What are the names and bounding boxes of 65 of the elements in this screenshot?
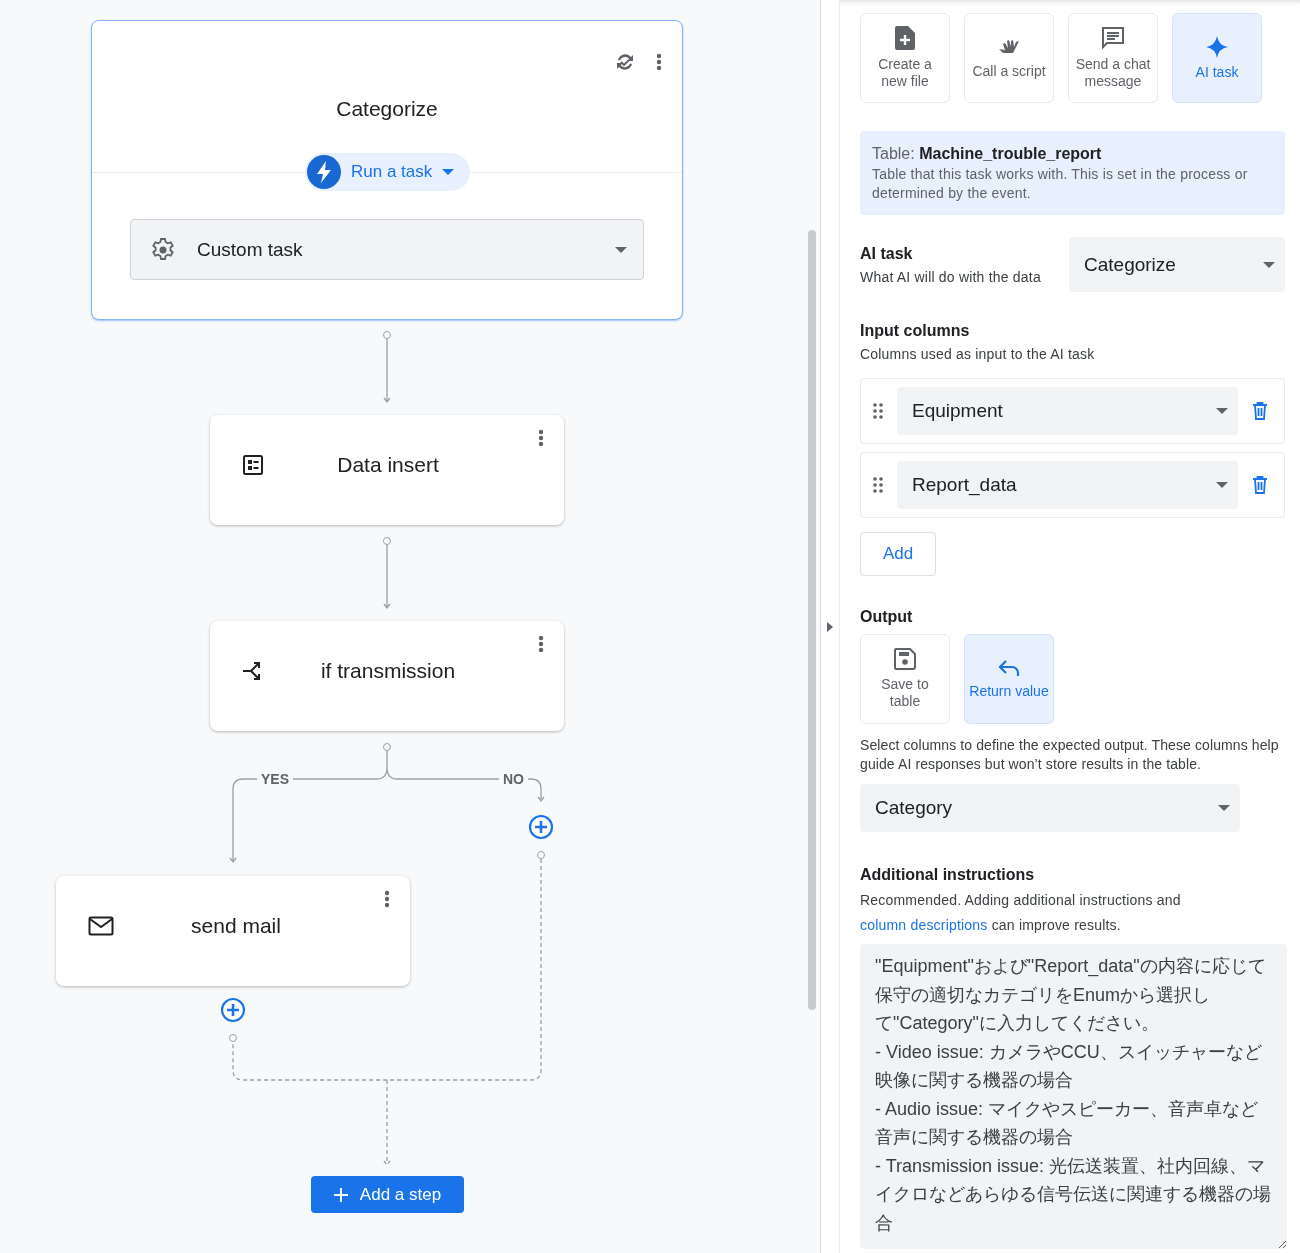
column-dropdown[interactable]: Report_data — [897, 461, 1238, 509]
save-icon — [894, 648, 916, 670]
step-type-option[interactable]: Call a script — [964, 13, 1054, 103]
section-title: Output — [860, 608, 914, 626]
caret-icon — [615, 246, 627, 253]
add-column-button[interactable]: Add — [860, 532, 936, 576]
caret-icon — [1216, 482, 1228, 488]
output-description: Select columns to define the expected output. These columns help guide AI responses but won’t store results in the table. — [860, 736, 1280, 774]
instructions-description: Recommended. Adding additional instructions and column descriptions can improve results. — [860, 891, 1182, 935]
section-title: Additional instructions — [860, 866, 1036, 884]
caret-icon — [442, 169, 455, 175]
mail-icon — [88, 916, 114, 936]
more-options-icon[interactable] — [538, 635, 544, 653]
chat-icon — [1101, 26, 1125, 50]
expand-panel-icon[interactable] — [827, 621, 833, 632]
column-dropdown[interactable]: Equipment — [897, 387, 1238, 435]
step-title: Data insert — [336, 453, 440, 477]
run-task-dropdown[interactable]: Run a task — [305, 153, 471, 191]
plus-icon — [333, 1187, 348, 1202]
more-options-icon[interactable] — [656, 53, 662, 71]
task-type-dropdown[interactable]: Custom task — [130, 219, 644, 280]
add-step-plus-icon[interactable] — [528, 814, 554, 840]
table-icon — [242, 454, 264, 476]
section-description: What AI will do with the data — [860, 268, 1041, 285]
output-option[interactable]: Save to table — [860, 634, 950, 724]
drag-handle-icon[interactable] — [873, 477, 883, 493]
step-card[interactable]: if transmission — [210, 621, 564, 731]
delete-icon[interactable] — [1252, 402, 1268, 420]
return-arrow-icon — [998, 658, 1020, 677]
branch-label: YES — [257, 771, 293, 787]
output-column-dropdown[interactable]: Category — [860, 784, 1240, 832]
step-title: if transmission — [319, 659, 457, 683]
lightning-icon — [317, 161, 331, 183]
step-card[interactable]: send mail — [56, 876, 410, 986]
step-title: send mail — [190, 914, 282, 938]
add-step-button[interactable]: Add a step — [311, 1176, 464, 1213]
section-title: AI task — [860, 244, 914, 263]
ai-task-dropdown[interactable]: Categorize — [1069, 237, 1285, 292]
output-option[interactable]: Return value — [964, 634, 1054, 724]
step-type-option[interactable]: Create a new file — [860, 13, 950, 103]
step-card[interactable]: Data insert — [210, 415, 564, 525]
drag-handle-icon[interactable] — [873, 403, 883, 419]
table-description: Table that this task works with. This is set in the process or determined by the event. — [872, 165, 1249, 203]
step-type-option[interactable]: AI task — [1172, 13, 1262, 103]
settings-icon — [151, 237, 175, 262]
task-card[interactable]: Categorize Run a task Custom task — [91, 20, 683, 320]
more-options-icon[interactable] — [538, 429, 544, 447]
more-options-icon[interactable] — [384, 890, 390, 908]
sync-check-icon[interactable] — [614, 51, 636, 73]
task-title: Categorize — [335, 97, 439, 121]
branch-label: NO — [499, 771, 528, 787]
caret-icon — [1216, 408, 1228, 414]
scrollbar[interactable] — [808, 230, 816, 1010]
caret-icon — [1218, 805, 1230, 811]
caret-icon — [1263, 261, 1275, 268]
add-file-icon — [895, 26, 915, 50]
instructions-field[interactable]: "Equipment"および"Report_data"の内容に応じて保守の適切なカテゴリをEnumから選択して"Category"に入力してください。 - Video issue: カメラやCCU、スイッチャーなど映像に関する機器の場合 - Audio issue: マイクやスピーカー、音声卓など音声に関する機器の場合 - Transmission issue: 光伝送装置、社内回線、マイクロなどあらゆる信号伝送に関連する機器の場合 — [860, 944, 1287, 1249]
column-descriptions-link[interactable]: column descriptions — [860, 917, 988, 933]
sparkle-icon — [1206, 35, 1228, 58]
table-name: Table: Machine_trouble_report — [872, 145, 1103, 163]
delete-icon[interactable] — [1252, 476, 1268, 494]
section-description: Columns used as input to the AI task — [860, 346, 1096, 362]
add-step-plus-icon[interactable] — [220, 997, 246, 1023]
section-title: Input columns — [860, 322, 971, 340]
step-type-option[interactable]: Send a chat message — [1068, 13, 1158, 103]
